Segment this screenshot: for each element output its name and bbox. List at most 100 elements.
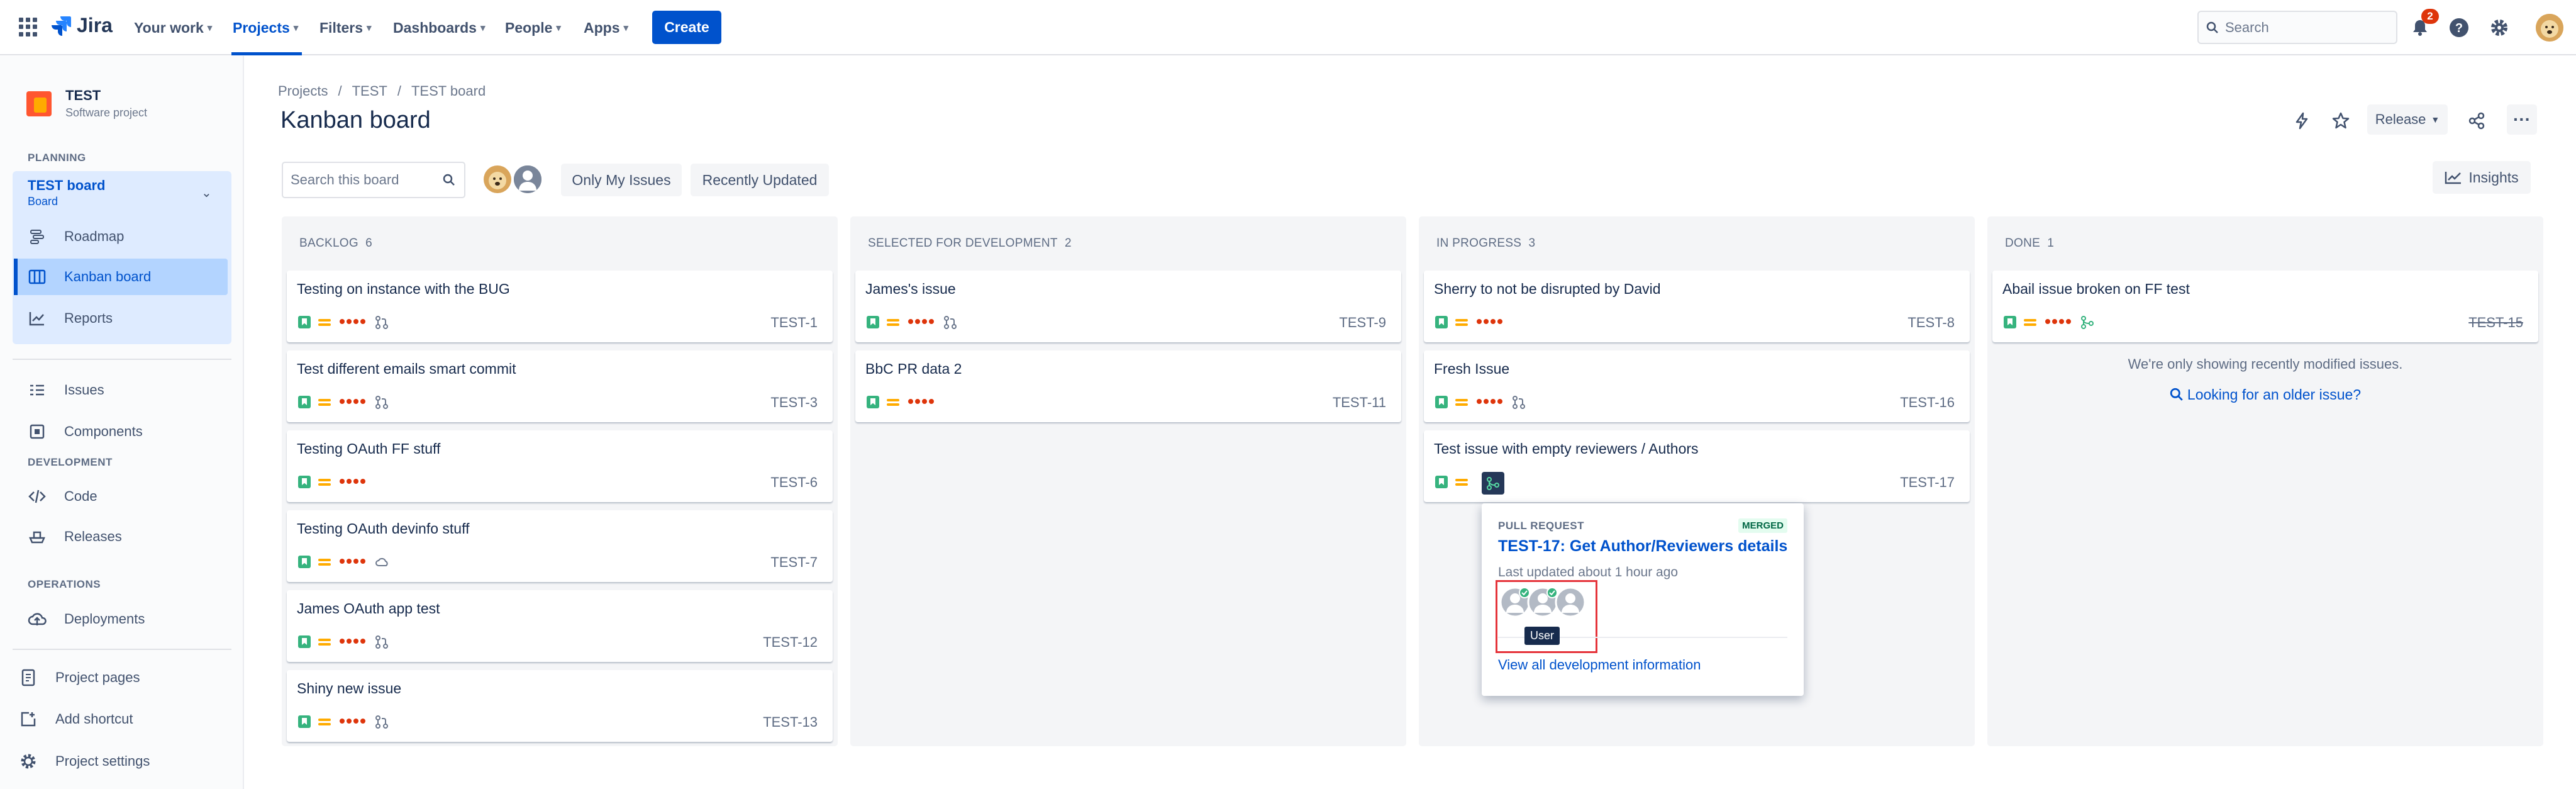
- reviewer-avatar[interactable]: [1527, 586, 1558, 618]
- issue-card[interactable]: Fresh Issue TEST-16: [1424, 350, 1970, 422]
- sidebar-item-label: Project settings: [55, 753, 150, 769]
- issue-card[interactable]: Shiny new issue TEST-13: [287, 670, 833, 742]
- breadcrumb-projects[interactable]: Projects: [278, 83, 328, 99]
- sidebar-item-reports[interactable]: Reports: [28, 301, 113, 336]
- card-key[interactable]: TEST-3: [770, 394, 818, 411]
- nav-apps[interactable]: Apps ▾: [584, 0, 628, 55]
- card-key[interactable]: TEST-8: [1907, 315, 1955, 331]
- more-actions-icon[interactable]: ···: [2507, 104, 2537, 135]
- sidebar-item-releases[interactable]: Releases: [28, 519, 122, 554]
- user-avatar[interactable]: [2536, 14, 2563, 42]
- reviewer-avatar[interactable]: [1555, 586, 1586, 618]
- pull-request-icon[interactable]: [943, 315, 957, 329]
- card-key[interactable]: TEST-7: [770, 554, 818, 571]
- pull-request-icon[interactable]: [375, 635, 389, 649]
- card-key[interactable]: TEST-1: [770, 315, 818, 331]
- pull-request-title-link[interactable]: TEST-17: Get Author/Reviewers details: [1498, 537, 1790, 556]
- card-key[interactable]: TEST-6: [770, 474, 818, 491]
- card-title: Test different emails smart commit: [297, 361, 516, 377]
- sidebar-item-project-settings[interactable]: Project settings: [19, 744, 150, 779]
- nav-people[interactable]: People ▾: [505, 0, 561, 55]
- lightning-automation-icon[interactable]: [2288, 107, 2316, 135]
- issue-card[interactable]: James's issue TEST-9: [855, 271, 1401, 342]
- card-key[interactable]: TEST-17: [1900, 474, 1955, 491]
- pull-request-merged-icon[interactable]: [2080, 315, 2094, 329]
- sidebar-item-label: Deployments: [64, 611, 145, 627]
- issue-card[interactable]: Test issue with empty reviewers / Author…: [1424, 430, 1970, 502]
- global-search-input[interactable]: Search: [2197, 11, 2397, 44]
- settings-gear-icon: [19, 752, 38, 771]
- assignee-avatar-filter[interactable]: [482, 164, 513, 195]
- nav-dashboards[interactable]: Dashboards ▾: [393, 0, 485, 55]
- pull-request-icon[interactable]: [375, 395, 389, 409]
- jira-logo[interactable]: Jira: [50, 14, 113, 37]
- settings-gear-icon[interactable]: [2487, 15, 2512, 40]
- unassigned-avatar-filter[interactable]: [512, 164, 543, 195]
- issue-card[interactable]: James OAuth app test TEST-12: [287, 590, 833, 662]
- nav-filters[interactable]: Filters ▾: [319, 0, 372, 55]
- sidebar-item-label: Releases: [64, 529, 122, 544]
- planning-section-title: PLANNING: [28, 152, 86, 164]
- release-button[interactable]: Release ▼: [2367, 104, 2448, 135]
- card-key[interactable]: TEST-11: [1333, 394, 1386, 411]
- sidebar-item-label: Kanban board: [64, 269, 152, 284]
- issue-card[interactable]: Test different emails smart commit TEST-…: [287, 350, 833, 422]
- star-icon[interactable]: [2327, 107, 2355, 135]
- issue-card[interactable]: Sherry to not be disrupted by David TEST…: [1424, 271, 1970, 342]
- card-key[interactable]: TEST-15: [2468, 315, 2523, 331]
- only-my-issues-filter[interactable]: Only My Issues: [561, 164, 682, 196]
- pull-request-merged-icon[interactable]: [1482, 472, 1504, 495]
- story-icon: [1435, 476, 1448, 488]
- sidebar-item-components[interactable]: Components: [28, 414, 143, 449]
- deployment-cloud-icon[interactable]: [375, 555, 389, 569]
- status-dots-icon: [908, 399, 934, 404]
- issue-card[interactable]: Testing OAuth FF stuff TEST-6: [287, 430, 833, 502]
- older-issue-link[interactable]: Looking for an older issue?: [1987, 386, 2543, 403]
- breadcrumb-test[interactable]: TEST: [352, 83, 387, 99]
- priority-medium-icon: [1455, 477, 1468, 487]
- chevron-down-icon: ▼: [2431, 115, 2440, 125]
- issue-card[interactable]: Testing on instance with the BUG TEST-1: [287, 271, 833, 342]
- sidebar-item-roadmap[interactable]: Roadmap: [28, 219, 124, 254]
- share-icon[interactable]: [2463, 107, 2490, 135]
- breadcrumb-test-board[interactable]: TEST board: [411, 83, 486, 99]
- issue-card[interactable]: Testing OAuth devinfo stuff TEST-7: [287, 510, 833, 582]
- pull-request-icon[interactable]: [375, 715, 389, 729]
- help-icon[interactable]: ?: [2446, 15, 2472, 40]
- sidebar-item-project-pages[interactable]: Project pages: [19, 660, 140, 695]
- sidebar-item-add-shortcut[interactable]: Add shortcut: [19, 702, 133, 737]
- insights-button[interactable]: Insights: [2433, 161, 2531, 194]
- chevron-down-icon: ▾: [207, 23, 213, 33]
- board-search-input[interactable]: Search this board: [282, 162, 465, 198]
- card-key[interactable]: TEST-16: [1900, 394, 1955, 411]
- story-icon: [298, 396, 311, 408]
- chevron-down-icon[interactable]: ⌄: [201, 185, 212, 201]
- card-key[interactable]: TEST-9: [1339, 315, 1386, 331]
- reviewer-avatar[interactable]: [1499, 586, 1531, 618]
- app-switcher-icon[interactable]: [19, 18, 38, 36]
- issue-card[interactable]: BbC PR data 2 TEST-11: [855, 350, 1401, 422]
- board-switcher-name[interactable]: TEST board: [28, 177, 105, 194]
- create-button[interactable]: Create: [652, 11, 721, 44]
- nav-your-work[interactable]: Your work ▾: [134, 0, 212, 55]
- sidebar-item-code[interactable]: Code: [28, 479, 97, 514]
- sidebar-item-kanban-board[interactable]: Kanban board: [28, 259, 151, 294]
- release-label: Release: [2375, 111, 2426, 127]
- card-key[interactable]: TEST-13: [763, 714, 818, 730]
- project-name[interactable]: TEST: [65, 87, 101, 104]
- pull-request-icon[interactable]: [375, 315, 389, 329]
- story-icon: [867, 316, 879, 328]
- priority-medium-icon: [318, 477, 331, 487]
- card-key[interactable]: TEST-12: [763, 634, 818, 651]
- recently-updated-filter[interactable]: Recently Updated: [691, 164, 829, 196]
- board-search-placeholder: Search this board: [291, 172, 399, 187]
- view-dev-info-link[interactable]: View all development information: [1498, 657, 1701, 673]
- sidebar-item-issues[interactable]: Issues: [28, 372, 104, 408]
- sidebar-item-label: Components: [64, 423, 143, 439]
- search-placeholder: Search: [2225, 19, 2269, 35]
- sidebar-item-label: Add shortcut: [55, 711, 133, 727]
- issue-card[interactable]: Abail issue broken on FF test TEST-15: [1992, 271, 2538, 342]
- pull-request-icon[interactable]: [1512, 395, 1526, 409]
- nav-projects[interactable]: Projects ▾: [233, 0, 298, 55]
- sidebar-item-deployments[interactable]: Deployments: [28, 602, 145, 637]
